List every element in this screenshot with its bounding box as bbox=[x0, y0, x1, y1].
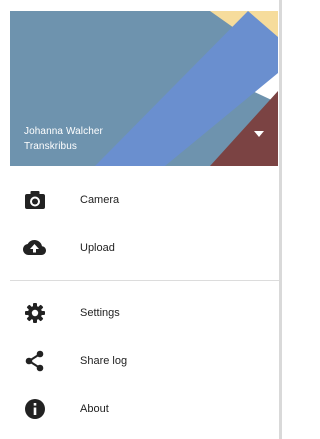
menu-item-label: Settings bbox=[80, 307, 120, 319]
gear-icon bbox=[23, 301, 47, 325]
menu-item-label: Share log bbox=[80, 355, 128, 367]
menu-item-label: Camera bbox=[80, 194, 120, 206]
camera-icon bbox=[23, 188, 47, 212]
drawer-edge bbox=[279, 0, 282, 439]
drawer-menu: Camera Upload Settings Share log About bbox=[0, 176, 279, 433]
account-organization: Transkribus bbox=[24, 141, 77, 152]
caret-down-icon bbox=[254, 131, 264, 137]
cloud-upload-icon bbox=[23, 236, 47, 260]
info-icon bbox=[23, 397, 47, 421]
account-header: Johanna Walcher Transkribus bbox=[10, 11, 278, 166]
menu-item-about[interactable]: About bbox=[0, 385, 279, 433]
menu-item-settings[interactable]: Settings bbox=[0, 289, 279, 337]
menu-item-label: Upload bbox=[80, 242, 115, 254]
menu-item-upload[interactable]: Upload bbox=[0, 224, 279, 272]
menu-item-share-log[interactable]: Share log bbox=[0, 337, 279, 385]
navigation-drawer: Johanna Walcher Transkribus Camera Uploa… bbox=[0, 0, 282, 439]
menu-divider bbox=[10, 280, 279, 281]
account-name: Johanna Walcher bbox=[24, 126, 103, 137]
share-icon bbox=[23, 349, 47, 373]
account-dropdown-toggle[interactable] bbox=[250, 125, 268, 143]
menu-item-label: About bbox=[80, 403, 109, 415]
menu-item-camera[interactable]: Camera bbox=[0, 176, 279, 224]
